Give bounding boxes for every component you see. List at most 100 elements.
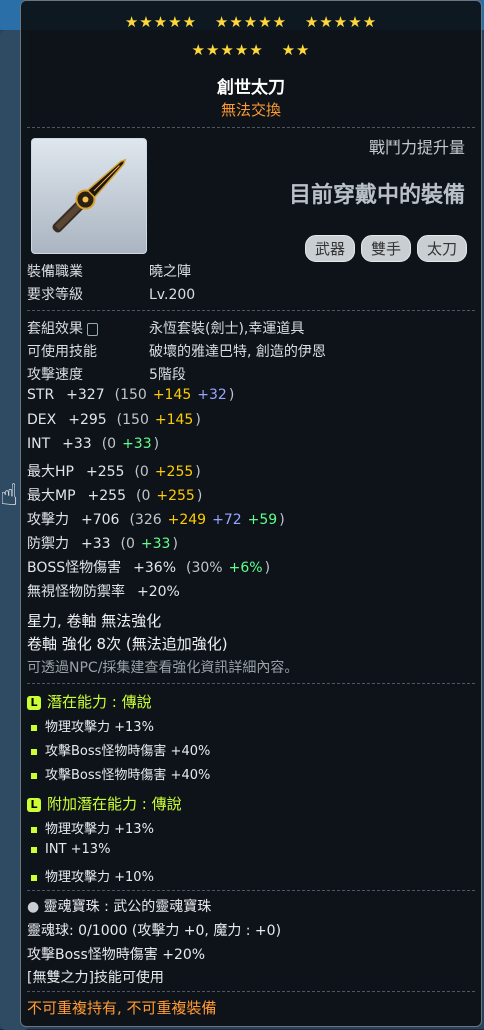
set-effect-label: 套組效果 [27, 318, 149, 338]
potential-line: 物理攻擊力 +13% [31, 716, 154, 735]
stat-end: ) [195, 464, 201, 480]
job-requirement: 裝備職業 曉之陣 [27, 261, 191, 281]
tag-two-handed: 雙手 [360, 235, 411, 262]
skill-label: 可使用技能 [27, 344, 97, 360]
stat-line: INT +33 (0 +33) [27, 436, 169, 452]
upgrade-line-1: 星力, 卷軸 無法強化 [27, 612, 162, 630]
stat-total: +255 [87, 488, 126, 504]
stat-total: +33 [81, 536, 111, 552]
stat-y: +145 [152, 387, 192, 403]
lock-icon [87, 322, 99, 336]
tag-katana: 太刀 [416, 235, 467, 262]
stat-base: (30% [186, 560, 223, 576]
stat-line: 防禦力 +33 (0 +33) [27, 533, 188, 553]
star-group: ★★★★★ [124, 13, 198, 31]
item-icon-frame [31, 138, 147, 254]
divider [27, 991, 475, 992]
stat-label: 防禦力 [27, 536, 69, 552]
stat-total: +20% [137, 584, 180, 600]
job-value: 曉之陣 [149, 264, 191, 280]
set-effect-value: 永恆套裝(劍士),幸運道具 [149, 321, 305, 337]
divider [27, 683, 475, 684]
stat-label: INT [27, 436, 51, 452]
hand-cursor-icon: ☝ [0, 478, 19, 513]
star-group: ★★★★★ [214, 13, 288, 31]
bonus-potential-title: L 附加潛在能力 : 傳說 [27, 793, 182, 814]
upgrade-notice: 可透過NPC/採集建查看強化資訊詳細內容。 [27, 660, 299, 676]
stat-base: (150 [114, 387, 147, 403]
stat-line: 最大MP +255 (0 +255) [27, 485, 212, 505]
legendary-badge-icon: L [27, 797, 41, 812]
soul-icon: ● [27, 899, 40, 915]
stat-label: 攻擊力 [27, 512, 69, 528]
stat-base: (150 [116, 412, 149, 428]
soul-skill: [無雙之力]技能可使用 [27, 970, 164, 986]
skill-value: 破壞的雅達巴特, 創造的伊恩 [149, 344, 326, 360]
stat-total: +295 [68, 412, 107, 428]
stat-base: (0 [120, 536, 135, 552]
bonus-potential-line: 物理攻擊力 +10% [31, 866, 154, 885]
trade-status: 無法交換 [220, 101, 281, 119]
stat-end: ) [172, 536, 178, 552]
stat-end: ) [228, 387, 235, 403]
stat-label: 最大MP [27, 488, 76, 504]
stat-line: DEX +295 (150 +145) [27, 412, 211, 428]
stat-base: (0 [101, 436, 117, 452]
item-name: 創世太刀 [217, 78, 285, 98]
item-tags: 武器 雙手 太刀 [304, 235, 467, 262]
speed-value: 5階段 [149, 367, 186, 383]
set-effect: 套組效果 永恆套裝(劍士),幸運道具 [27, 318, 304, 338]
star-force-row-2: ★★★★★ ★★ [21, 41, 481, 59]
stat-label: 無視怪物防禦率 [27, 584, 125, 600]
soul-charge: 靈魂球: 0/1000 (攻擊力 +0, 魔力 : +0) [27, 923, 282, 939]
level-value: Lv.200 [149, 287, 196, 303]
stat-line: BOSS怪物傷害 +36% (30% +6%) [27, 557, 280, 577]
combat-power-label: 戰鬥力提升量 [368, 138, 465, 157]
speed-label: 攻擊速度 [27, 367, 83, 383]
stat-line: 攻擊力 +706 (326 +249 +72 +59) [27, 509, 295, 529]
stat-line: STR +327 (150 +145 +32) [27, 387, 244, 403]
stat-total: +255 [85, 464, 125, 480]
stat-y: +145 [154, 412, 194, 428]
stat-g: +59 [247, 512, 278, 528]
star-group: ★★★★★ [304, 13, 378, 31]
stat-end: ) [153, 436, 160, 452]
equipped-label: 目前穿戴中的裝備 [288, 183, 465, 208]
star-group: ★★★★★ [191, 41, 264, 59]
potential-line: 攻擊Boss怪物時傷害 +40% [31, 764, 210, 783]
soul-weapon-title: ● 靈魂寶珠 : 武公的靈魂寶珠 [27, 899, 212, 915]
upgrade-line-2: 卷軸 強化 8次 (無法追加強化) [27, 635, 228, 653]
stat-base: (0 [135, 488, 151, 504]
stat-line: 最大HP +255 (0 +255) [27, 461, 211, 481]
star-force-row-1: ★★★★★ ★★★★★ ★★★★★ [21, 13, 481, 31]
level-requirement: 要求等級 Lv.200 [27, 284, 195, 304]
stat-end: ) [195, 412, 201, 428]
stat-base: (0 [134, 464, 149, 480]
stat-g: +33 [122, 436, 152, 452]
divider [27, 890, 475, 891]
divider [27, 127, 475, 128]
stat-b: +32 [197, 387, 227, 403]
stat-y: +255 [154, 464, 194, 480]
stat-end: ) [264, 560, 271, 576]
bonus-potential-line: INT +13% [31, 842, 110, 857]
potential-title: L 潛在能力 : 傳說 [27, 691, 152, 712]
stat-total: +33 [62, 436, 92, 452]
divider [27, 310, 475, 311]
stat-label: DEX [27, 412, 57, 428]
stat-base: (326 [129, 512, 162, 528]
stat-line: 無視怪物防禦率 +20% [27, 581, 190, 601]
stat-end: ) [279, 512, 285, 528]
stat-total: +327 [66, 387, 105, 403]
legendary-badge-icon: L [27, 695, 41, 710]
stat-total: +706 [81, 512, 120, 528]
stat-b: +72 [212, 512, 242, 528]
stat-y: +255 [156, 488, 195, 504]
stat-label: BOSS怪物傷害 [27, 560, 122, 576]
stat-total: +36% [133, 560, 177, 576]
level-label: 要求等級 [27, 287, 83, 303]
job-label: 裝備職業 [27, 264, 83, 280]
star-group: ★★ [281, 41, 311, 59]
stat-label: 最大HP [27, 464, 74, 480]
stat-end: ) [196, 488, 203, 504]
